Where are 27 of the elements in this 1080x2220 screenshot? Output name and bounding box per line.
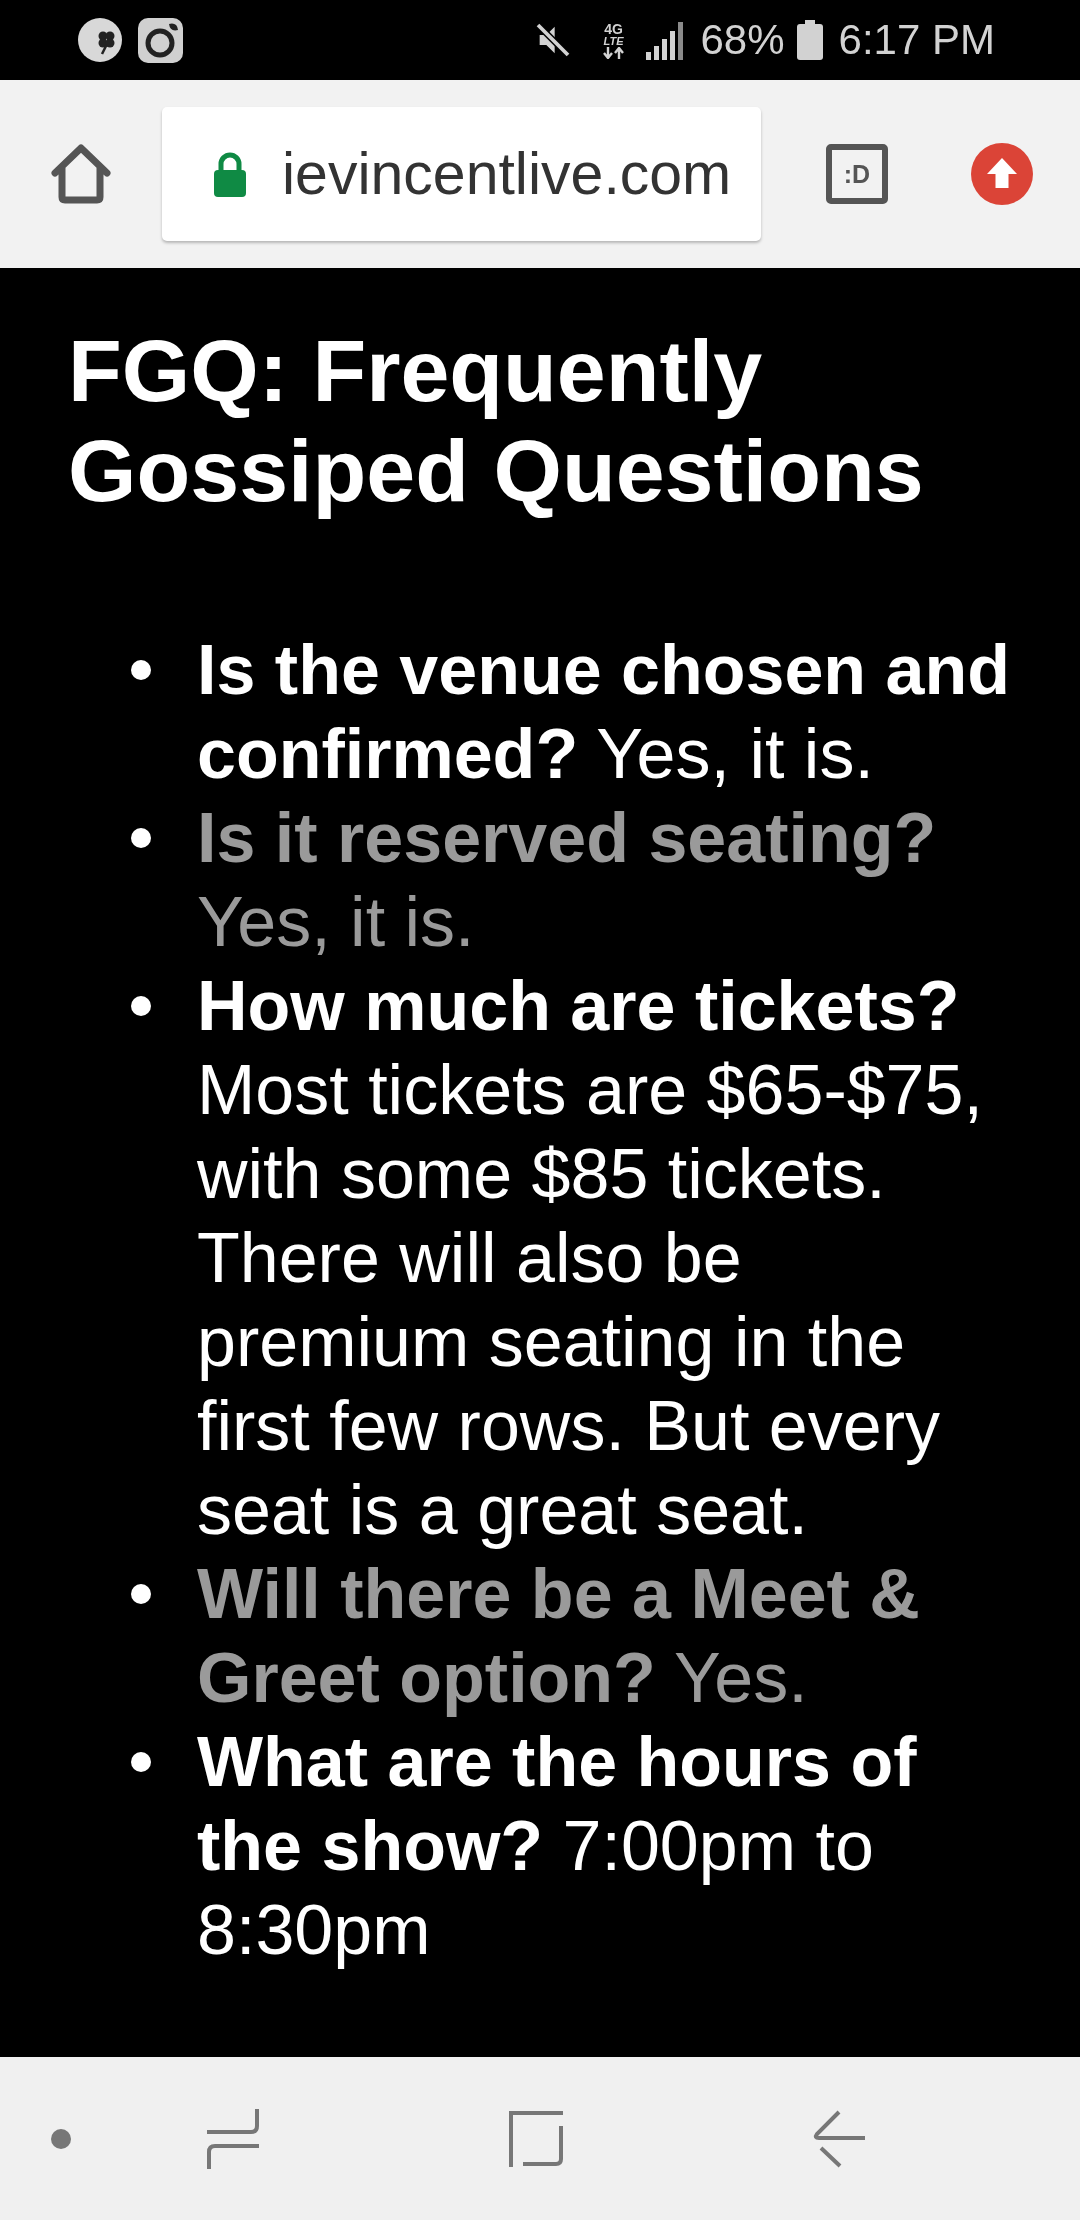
network-type-label: 4G [604, 21, 623, 36]
faq-entry-text: Is it reserved seating? Yes, it is. [197, 798, 938, 963]
faq-entry-text: Is the venue chosen and confirmed? Yes, it is. [197, 630, 1011, 795]
data-arrows-icon [602, 46, 625, 59]
faq-entry-text: What are the hours of the show? 7:00pm to 8:30pm [197, 1722, 918, 1971]
home-icon[interactable] [50, 144, 112, 204]
network-type-label: LTE [603, 35, 624, 47]
bullet-icon [131, 660, 151, 680]
recents-icon[interactable] [207, 2108, 259, 2169]
ring-tile-icon [138, 17, 183, 63]
page-heading: FGQ: Frequently Gossiped Questions [68, 321, 925, 521]
nav-dot-icon[interactable] [51, 2128, 71, 2149]
tab-switcher-button[interactable]: :D [826, 144, 888, 204]
battery-icon [796, 20, 823, 60]
bullet-icon [131, 1752, 151, 1772]
lock-icon [212, 151, 248, 197]
clock-text: 6:17 PM [838, 16, 995, 64]
faq-entry-text: Will there be a Meet & Greet option? Yes. [197, 1554, 921, 1719]
back-arrow-icon[interactable] [813, 2109, 865, 2168]
faq-entry-text: How much are tickets? Most tickets are $65-$75, with some $85 tickets. There will also be premium seating in the first few rows. But every seat is a great seat. [197, 966, 984, 1551]
bullet-icon [131, 1584, 151, 1604]
bullet-icon [131, 828, 151, 848]
address-field[interactable]: ievincentlive.com [162, 107, 761, 241]
clover-badge-icon [78, 18, 122, 62]
battery-percent-text: 68% [700, 16, 785, 64]
signal-icon [644, 20, 685, 60]
bullet-icon [131, 996, 151, 1016]
